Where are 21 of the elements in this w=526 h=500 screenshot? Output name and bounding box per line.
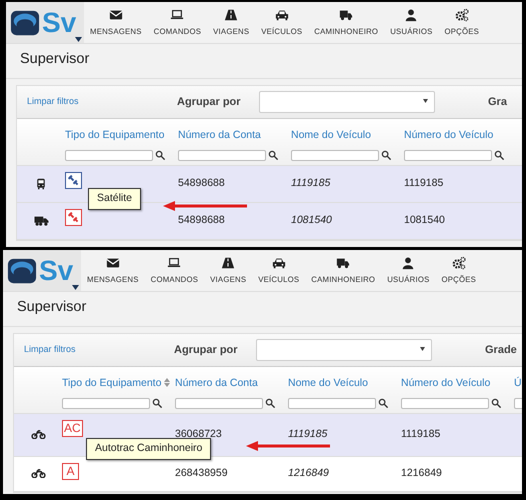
vehicle-name: 1216849: [288, 466, 329, 481]
vehicle-name: 1081540: [291, 212, 332, 228]
grid-label: Gra: [488, 94, 507, 110]
vehicle-name: 1119185: [288, 426, 328, 442]
account-number: 268438959: [175, 466, 228, 481]
group-by-label: Agrupar por: [174, 342, 239, 358]
grid-label: Grade: [485, 342, 517, 358]
account-number: 54898688: [178, 212, 225, 228]
vehicle-number: 1081540: [404, 212, 445, 228]
equipment-code: AC: [62, 420, 83, 436]
vehicle-number: 1119185: [401, 426, 440, 442]
tooltip: Autotrac Caminhoneiro: [86, 438, 212, 460]
vehicle-name: 1119185: [291, 176, 330, 191]
vehicle-number: 1216849: [401, 466, 442, 481]
equipment-code: A: [62, 462, 79, 480]
tooltip: Satélite: [88, 188, 142, 210]
account-number: 54898688: [178, 176, 225, 191]
vehicle-number: 1119185: [404, 176, 444, 191]
page-title: Supervisor: [6, 44, 522, 79]
page-title: Supervisor: [3, 292, 522, 327]
group-by-label: Agrupar por: [177, 94, 242, 110]
